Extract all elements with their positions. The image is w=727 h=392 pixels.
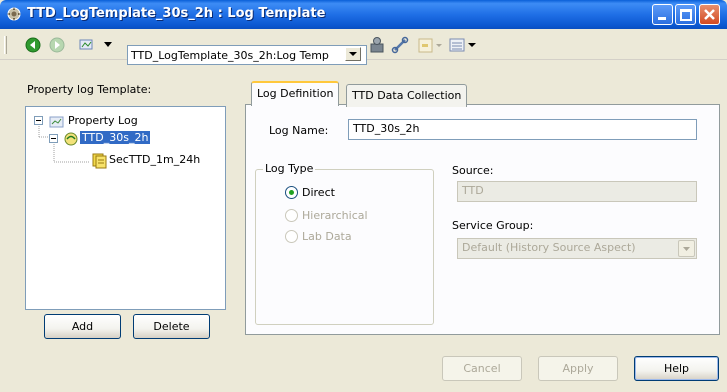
template-tree[interactable]: Property Log TTD_30s_2h SecTTD_1m_24h (25, 106, 226, 310)
property-log-template-label: Property log Template: (27, 83, 152, 96)
object-icon[interactable] (79, 37, 99, 53)
radio-lab-data-label: Lab Data (302, 230, 352, 243)
tree-item-ttd-30s-2h[interactable]: TTD_30s_2h (78, 130, 152, 145)
log-name-label: Log Name: (269, 124, 329, 137)
radio-direct-label[interactable]: Direct (302, 186, 335, 199)
radio-direct[interactable] (285, 186, 298, 199)
forward-arrow-icon[interactable] (49, 37, 65, 53)
minimize-icon (658, 17, 666, 20)
log-type-group (255, 169, 434, 325)
title-bar[interactable]: TTD_LogTemplate_30s_2h : Log Template (0, 0, 727, 29)
maximize-icon (680, 9, 692, 21)
service-group-dropdown-button (678, 240, 695, 257)
collapse-icon[interactable] (34, 116, 44, 126)
maximize-button[interactable] (675, 4, 696, 25)
link-icon[interactable] (391, 36, 409, 54)
back-arrow-icon[interactable] (25, 37, 41, 53)
tree-item-property-log[interactable]: Property Log (68, 114, 138, 127)
address-text: TTD_LogTemplate_30s_2h:Log Temp (131, 49, 329, 62)
delete-button[interactable]: Delete (133, 314, 210, 339)
cancel-button[interactable]: Cancel (442, 356, 522, 381)
address-field[interactable]: TTD_LogTemplate_30s_2h:Log Temp (127, 45, 367, 65)
minimize-button[interactable] (652, 4, 673, 25)
users-icon[interactable] (368, 36, 386, 54)
chevron-down-icon (349, 52, 357, 56)
service-group-label: Service Group: (452, 219, 534, 232)
tree-item-secttd-1m-24h[interactable]: SecTTD_1m_24h (109, 153, 200, 166)
source-field: TTD (457, 181, 697, 202)
log-type-title: Log Type (263, 162, 316, 175)
service-group-select: Default (History Source Aspect) (457, 238, 697, 259)
apply-button[interactable]: Apply (538, 356, 618, 381)
source-label: Source: (452, 164, 494, 177)
log-name-field[interactable]: TTD_30s_2h (348, 119, 697, 140)
property-log-icon (49, 116, 64, 128)
close-button[interactable] (699, 4, 720, 25)
list-icon[interactable] (449, 37, 479, 53)
collapse-icon[interactable] (49, 134, 59, 144)
help-button[interactable]: Help (634, 356, 719, 381)
address-dropdown-button[interactable] (345, 47, 361, 61)
add-button[interactable]: Add (44, 314, 121, 339)
close-icon (704, 9, 715, 20)
toolbar-grip[interactable] (4, 36, 7, 54)
dropdown-icon[interactable] (104, 42, 112, 48)
window-title: TTD_LogTemplate_30s_2h : Log Template (27, 6, 326, 21)
radio-hierarchical-label: Hierarchical (302, 209, 368, 222)
tab-ttd-data-collection[interactable]: TTD Data Collection (346, 84, 468, 107)
radio-lab-data (285, 230, 298, 243)
log-template-icon (64, 132, 78, 146)
app-icon (7, 7, 21, 21)
chevron-down-icon (683, 247, 690, 251)
placeholder-icon[interactable] (418, 38, 446, 54)
tab-log-definition[interactable]: Log Definition (251, 81, 340, 106)
sub-log-icon (92, 153, 107, 169)
radio-hierarchical (285, 209, 298, 222)
